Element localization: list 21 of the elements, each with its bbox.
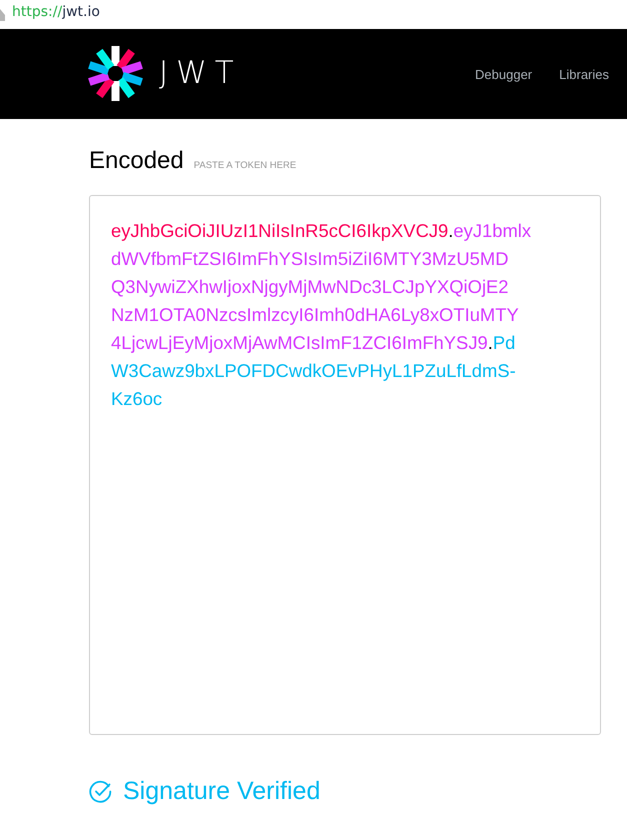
token-text: NzM1OTA0NzcsImlzcyI6Imh0dHA6Ly8xOTIuMTY: [111, 304, 519, 325]
token-text: eyJ1bmlx: [453, 220, 532, 241]
logo-wordmark: JWT: [159, 58, 242, 88]
nav-link[interactable]: Debugger: [475, 66, 532, 82]
page-icon: [0, 8, 5, 20]
token-text: 4LjcwLjEyMjoxMjAwMCIsImF1ZCI6ImFhYSJ9: [111, 332, 488, 353]
paste-hint: PASTE A TOKEN HERE: [194, 160, 296, 171]
token-input-field[interactable]: [89, 195, 601, 735]
token-text: W3Cawz9bxLPOFDCwdkOEvPHyL1PZuLfLdmS-: [111, 360, 516, 381]
token-text: .: [488, 332, 493, 353]
section-title: Encoded: [89, 147, 184, 175]
address-url[interactable]: https://jwt.io: [12, 4, 100, 20]
token-text: Pd: [492, 332, 516, 353]
token-text: dWVfbmFtZSI6ImFhYSIsIm5iZiI6MTY3MzU5MD: [111, 248, 508, 269]
token-text: .: [448, 220, 454, 241]
nav-link[interactable]: Libraries: [559, 66, 609, 82]
signature-status: Signature Verified: [123, 777, 320, 806]
token-text: Kz6oc: [111, 388, 162, 409]
starburst-logo-icon[interactable]: [88, 46, 143, 100]
token-text: Q3NywiZXhwIjoxNjgyMjMwNDc3LCJpYXQiOjE2: [111, 276, 509, 297]
token-text: eyJhbGciOiJIUzI1NiIsInR5cCI6IkpXVCJ9: [111, 220, 448, 241]
